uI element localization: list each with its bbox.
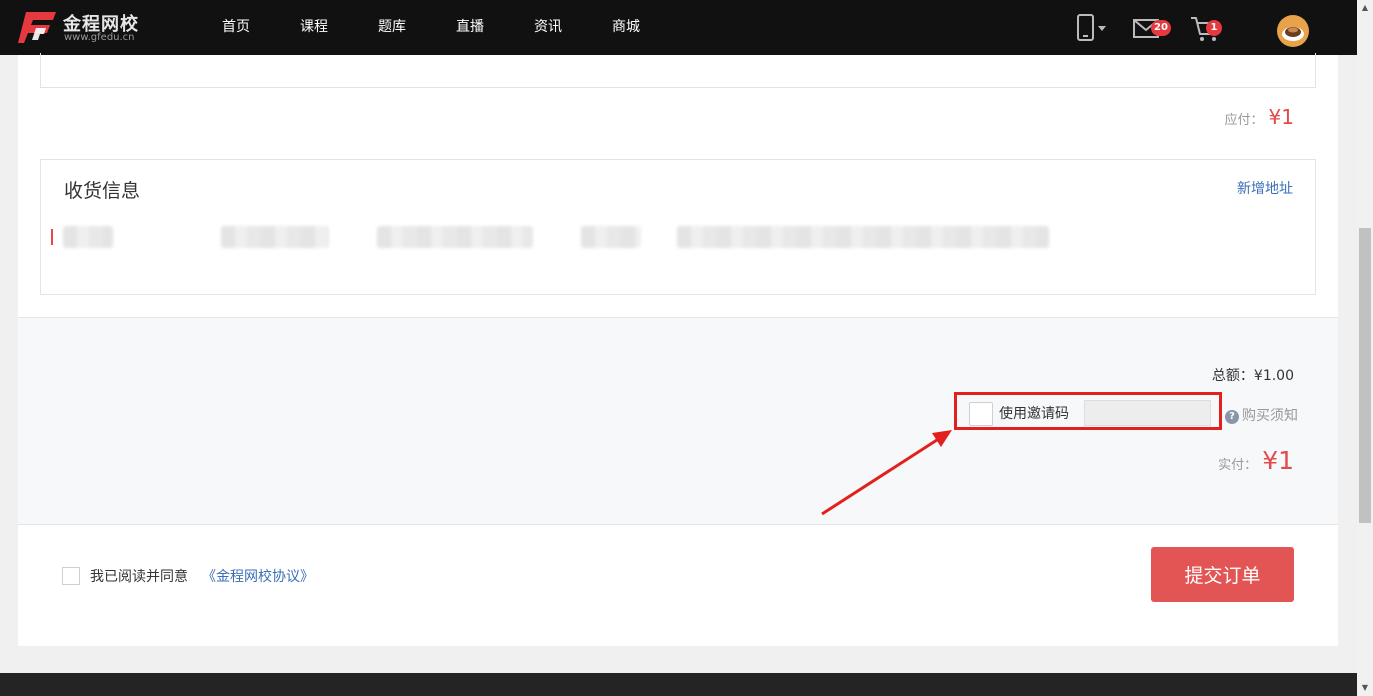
- annotation-arrow-icon: [821, 430, 952, 516]
